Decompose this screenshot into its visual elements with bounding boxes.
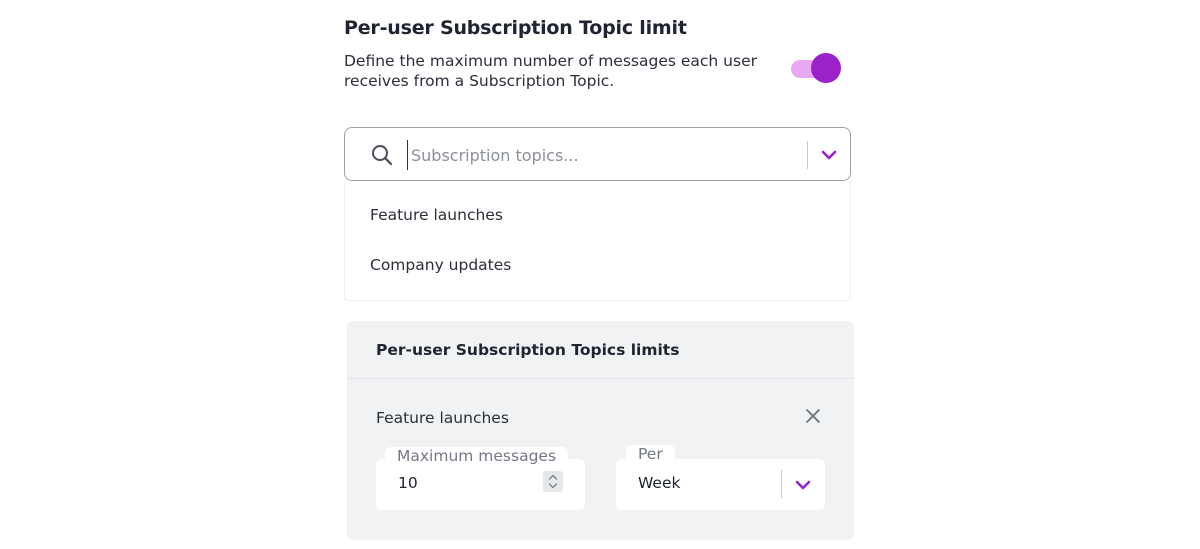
dropdown-option[interactable]: Company updates (370, 256, 511, 274)
section-title: Per-user Subscription Topic limit (344, 17, 687, 39)
limits-panel-title: Per-user Subscription Topics limits (376, 341, 680, 359)
max-messages-value[interactable]: 10 (398, 474, 418, 492)
close-icon[interactable] (805, 408, 821, 424)
topic-search-input[interactable] (407, 140, 787, 170)
toggle-knob (811, 53, 841, 83)
per-divider (781, 470, 782, 498)
search-divider (807, 141, 808, 169)
per-period-value[interactable]: Week (638, 474, 680, 492)
per-period-label: Per (626, 445, 675, 463)
chevron-down-icon[interactable] (795, 480, 811, 490)
chevron-down-icon[interactable] (821, 150, 837, 160)
max-messages-field[interactable]: Maximum messages 10 (376, 447, 585, 510)
limits-panel: Per-user Subscription Topics limits Feat… (347, 321, 854, 540)
topic-search-select[interactable] (344, 127, 851, 181)
per-period-select[interactable]: Per Week (616, 445, 825, 510)
limit-topic-name: Feature launches (376, 409, 509, 427)
stepper-icon[interactable] (543, 471, 563, 492)
max-messages-label: Maximum messages (385, 447, 569, 465)
topic-dropdown-menu: Feature launches Company updates (344, 182, 851, 301)
search-icon (372, 145, 393, 166)
topic-limit-toggle[interactable] (791, 53, 841, 83)
dropdown-option[interactable]: Feature launches (370, 206, 503, 224)
limits-panel-header: Per-user Subscription Topics limits (347, 321, 854, 379)
section-description: Define the maximum number of messages ea… (344, 52, 757, 90)
